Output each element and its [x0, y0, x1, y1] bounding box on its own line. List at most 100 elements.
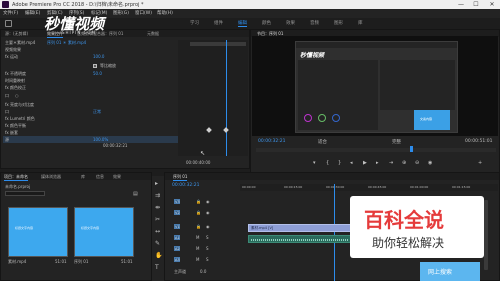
mark-in-icon[interactable]: ▾ — [313, 160, 316, 166]
program-duration: 00:00:51:01 — [465, 139, 493, 144]
blue-corner-thumbnail: 网上搜索 — [420, 262, 480, 281]
track-target-a3[interactable]: A3 — [174, 257, 180, 262]
step-back-icon[interactable]: ◂ — [350, 160, 353, 166]
tab-metadata[interactable]: 元数据 — [147, 31, 159, 37]
close-button[interactable]: ✕ — [485, 0, 499, 9]
track-mute-icon[interactable]: M — [196, 235, 199, 240]
mark-out-icon[interactable]: { — [326, 160, 329, 166]
menu-window[interactable]: 窗口(W) — [135, 10, 152, 16]
track-lock-icon[interactable]: 🔒 — [196, 199, 201, 204]
track-target-v3[interactable]: V3 — [174, 199, 180, 204]
project-search-input[interactable] — [5, 191, 45, 196]
project-item-thumbnail[interactable]: 标题文字内容 — [8, 207, 68, 257]
track-target-a1[interactable]: A1 — [174, 235, 180, 240]
opacity-value[interactable]: 50.0 — [93, 71, 102, 76]
add-button-icon[interactable]: + — [478, 160, 482, 166]
quality-dropdown[interactable]: 完整 — [392, 139, 401, 145]
workspace-color[interactable]: 颜色 — [262, 20, 271, 26]
motion-value[interactable]: 100.0 — [93, 54, 104, 59]
track-target-a2[interactable]: A2 — [174, 246, 180, 251]
effect-color-balance[interactable]: fx 颜色平衡 — [5, 123, 26, 129]
export-frame-icon[interactable]: ◉ — [428, 160, 432, 166]
mask-rect-icon[interactable]: 口 — [5, 93, 9, 99]
program-scrubber[interactable] — [256, 148, 496, 152]
project-item-thumbnail[interactable]: 标题文字内容 — [74, 207, 134, 257]
type-tool-icon[interactable]: T — [155, 264, 159, 271]
workspace-edit[interactable]: 编辑 — [238, 20, 247, 27]
hand-tool-icon[interactable]: ✋ — [155, 252, 162, 259]
tab-source[interactable]: 源：(无剪辑) — [5, 31, 28, 37]
source-percent[interactable]: 100.0% — [93, 137, 108, 142]
tab-info[interactable]: 信息 — [96, 174, 104, 180]
effect-time-remap[interactable]: 时间重映射 — [5, 78, 25, 84]
sequence-clip-link[interactable]: 序列 01 ＊ 素材.mp4 — [47, 40, 86, 46]
selected-source-row[interactable] — [3, 136, 179, 143]
play-icon[interactable]: ▶ — [363, 160, 367, 166]
project-item-name: 序列 01 — [74, 259, 89, 264]
effect-brightness-contrast[interactable]: fx 亮度与对比度 — [5, 102, 34, 108]
effect-controls-timeline[interactable] — [178, 40, 248, 156]
go-to-in-icon[interactable]: } — [338, 160, 341, 166]
timeline-ruler[interactable]: 00:00:00 00:00:15:00 00:00:30:00 00:00:4… — [240, 184, 498, 191]
effect-lumetri[interactable]: fx Lumetri 颜色 — [5, 116, 35, 122]
workspace-effects[interactable]: 效果 — [286, 20, 295, 26]
slip-tool-icon[interactable]: ↔ — [155, 228, 160, 235]
track-solo-icon[interactable]: S — [206, 257, 209, 262]
master-volume[interactable]: 0.0 — [200, 269, 206, 274]
workspace-graphics[interactable]: 图形 — [334, 20, 343, 26]
workspace-editing[interactable]: 学习 — [190, 20, 199, 26]
workspace-audio[interactable]: 音频 — [310, 20, 319, 26]
menu-graphics[interactable]: 图形(G) — [113, 10, 129, 16]
step-forward-icon[interactable]: ▸ — [376, 160, 379, 166]
menu-file[interactable]: 文件(F) — [3, 10, 18, 16]
fit-dropdown[interactable]: 适合 — [318, 139, 327, 145]
home-icon[interactable] — [5, 20, 12, 27]
uniform-scale-checkbox[interactable] — [93, 64, 97, 68]
maximize-button[interactable]: ☐ — [469, 0, 483, 9]
lift-icon[interactable]: ⊕ — [402, 160, 406, 166]
tab-effects[interactable]: 效果 — [113, 174, 121, 180]
timeline-scrollbar[interactable] — [484, 200, 488, 270]
mask-rect-icon-2[interactable]: 口 — [5, 109, 9, 115]
mask-ellipse-icon[interactable]: ○ — [15, 93, 19, 98]
track-visibility-icon[interactable]: ◉ — [206, 210, 210, 215]
track-solo-icon[interactable]: S — [206, 235, 209, 240]
track-target-v1[interactable]: V1 — [174, 224, 180, 229]
tab-media-browser[interactable]: 媒体浏览器 — [41, 174, 61, 180]
razor-tool-icon[interactable]: ✂ — [155, 216, 160, 223]
new-bin-icon[interactable]: ▤ — [133, 191, 138, 197]
selection-tool-icon[interactable]: ▸ — [155, 180, 158, 187]
track-mute-icon[interactable]: M — [196, 246, 199, 251]
track-target-v2[interactable]: V2 — [174, 210, 180, 215]
blend-mode-value[interactable]: 正常 — [93, 109, 101, 115]
tab-libraries[interactable]: 库 — [81, 174, 85, 180]
workspace-libraries[interactable]: 库 — [358, 20, 363, 26]
audio-clip[interactable] — [248, 235, 352, 243]
effect-color-correction[interactable]: fx 颜色校正 — [5, 85, 26, 91]
track-mute-icon[interactable]: M — [196, 257, 199, 262]
minimize-button[interactable]: — — [454, 0, 468, 9]
track-visibility-icon[interactable]: ◉ — [206, 224, 210, 229]
menu-help[interactable]: 帮助(H) — [157, 10, 173, 16]
tab-sequence[interactable]: 序列 01 — [173, 174, 188, 181]
workspace-assembly[interactable]: 组件 — [214, 20, 223, 26]
menu-edit[interactable]: 编辑(E) — [25, 10, 40, 16]
go-to-out-icon[interactable]: ⇥ — [389, 160, 393, 166]
timeline-timecode[interactable]: 00:00:32:21 — [172, 183, 199, 188]
track-solo-icon[interactable]: S — [206, 246, 209, 251]
track-select-tool-icon[interactable]: ⇉ — [155, 192, 160, 199]
video-clip[interactable]: 素材.mp4 [V] — [248, 224, 352, 232]
track-lock-icon[interactable]: 🔒 — [196, 224, 201, 229]
pen-tool-icon[interactable]: ✎ — [155, 240, 160, 247]
program-playhead[interactable] — [410, 146, 413, 152]
timeline-playhead[interactable] — [334, 184, 335, 281]
ripple-edit-tool-icon[interactable]: ⇹ — [155, 204, 160, 211]
tab-project[interactable]: 项目：未命名 — [4, 174, 28, 181]
effect-motion[interactable]: fx 运动 — [5, 54, 18, 60]
effect-opacity[interactable]: fx 不透明度 — [5, 71, 26, 77]
extract-icon[interactable]: ⊖ — [415, 160, 419, 166]
track-lock-icon[interactable]: 🔒 — [196, 210, 201, 215]
playhead-line[interactable] — [226, 40, 227, 156]
program-timecode[interactable]: 00:00:32:21 — [258, 139, 285, 144]
track-visibility-icon[interactable]: ◉ — [206, 199, 210, 204]
